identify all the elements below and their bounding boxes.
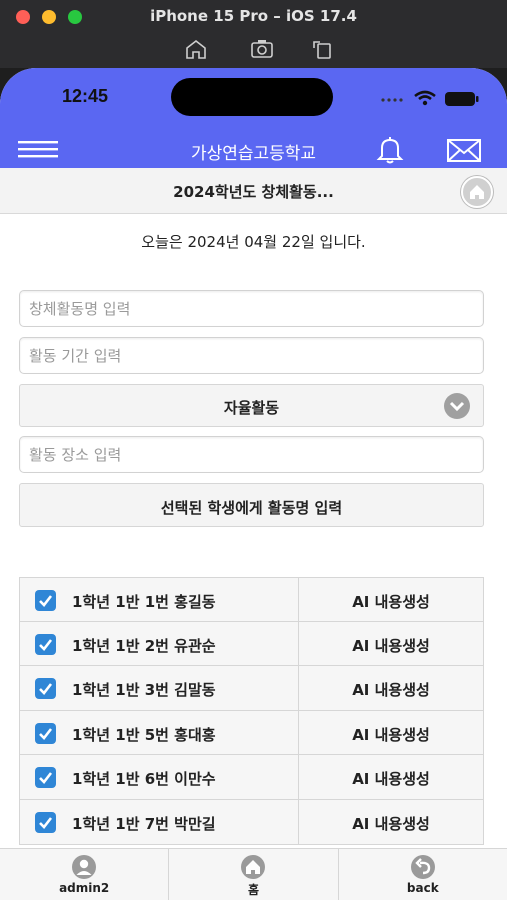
back-icon: [410, 855, 435, 879]
checkmark-icon: [39, 727, 53, 740]
status-time: 12:45: [62, 86, 109, 106]
simulator-titlebar: iPhone 15 Pro – iOS 17.4: [0, 0, 507, 34]
student-cell[interactable]: 1학년 1반 3번 김말동: [20, 666, 299, 710]
ai-generate-button[interactable]: AI 내용생성: [299, 755, 483, 799]
ai-generate-label: AI 내용생성: [352, 636, 430, 655]
status-icons: [381, 90, 479, 106]
activity-name-input[interactable]: [20, 291, 483, 326]
simulator-toolbar: [0, 34, 507, 68]
activity-period-field[interactable]: [19, 337, 484, 374]
student-cell[interactable]: 1학년 1반 7번 박만길: [20, 799, 299, 844]
student-name: 1학년 1반 6번 이만수: [72, 770, 216, 789]
nav-user[interactable]: admin2: [0, 849, 170, 900]
dynamic-island: [171, 78, 333, 116]
checkmark-icon: [39, 683, 53, 696]
mail-icon[interactable]: [446, 136, 482, 164]
ai-generate-label: AI 내용생성: [352, 681, 430, 700]
nav-home[interactable]: 홈: [169, 849, 339, 900]
table-row: 1학년 1반 3번 김말동 AI 내용생성: [19, 666, 484, 711]
student-cell[interactable]: 1학년 1반 6번 이만수: [20, 755, 299, 799]
student-name: 1학년 1반 2번 유관순: [72, 636, 216, 655]
ai-generate-button[interactable]: AI 내용생성: [299, 578, 483, 621]
user-icon: [72, 855, 97, 879]
ai-generate-button[interactable]: AI 내용생성: [299, 622, 483, 666]
student-name: 1학년 1반 5번 홍대홍: [72, 725, 216, 744]
bell-icon[interactable]: [374, 134, 406, 166]
activity-place-field[interactable]: [19, 436, 484, 473]
home-button[interactable]: [461, 176, 493, 208]
student-checkbox[interactable]: [35, 767, 56, 789]
bottom-nav: admin2 홈 back: [0, 848, 507, 900]
checkmark-icon: [39, 638, 53, 651]
table-row: 1학년 1반 5번 홍대홍 AI 내용생성: [19, 710, 484, 756]
screenshot-icon[interactable]: [250, 38, 274, 60]
ai-generate-label: AI 내용생성: [352, 770, 430, 789]
ai-generate-button[interactable]: AI 내용생성: [299, 666, 483, 710]
activity-place-input[interactable]: [20, 437, 483, 472]
school-title: 가상연습고등학교: [190, 144, 317, 164]
home-icon[interactable]: [184, 38, 208, 60]
student-checkbox[interactable]: [35, 590, 56, 611]
page-title: 2024학년도 창체활동...: [173, 183, 334, 201]
student-name: 1학년 1반 7번 박만길: [72, 814, 216, 833]
activity-period-input[interactable]: [20, 338, 483, 373]
checkmark-icon: [39, 817, 53, 829]
student-name: 1학년 1반 3번 김말동: [72, 681, 216, 700]
ai-generate-label: AI 내용생성: [352, 725, 430, 744]
activity-name-field[interactable]: [19, 290, 484, 327]
ai-generate-label: AI 내용생성: [352, 593, 430, 611]
student-checkbox[interactable]: [35, 678, 56, 700]
student-checkbox[interactable]: [35, 633, 56, 655]
apply-activity-label: 선택된 학생에게 활동명 입력: [160, 499, 343, 517]
student-cell[interactable]: 1학년 1반 5번 홍대홍: [20, 710, 299, 755]
status-bar: 12:45: [0, 68, 507, 132]
student-checkbox[interactable]: [35, 811, 56, 833]
checkmark-icon: [39, 772, 53, 785]
checkmark-icon: [39, 595, 53, 607]
nav-user-label: admin2: [59, 881, 110, 895]
student-checkbox[interactable]: [35, 722, 56, 744]
nav-home-label: 홈: [247, 883, 260, 897]
student-cell[interactable]: 1학년 1반 1번 홍길동: [20, 578, 299, 621]
home-icon: [241, 855, 266, 879]
home-icon: [470, 185, 484, 199]
nav-back-label: back: [406, 881, 439, 895]
student-cell[interactable]: 1학년 1반 2번 유관순: [20, 621, 299, 666]
rotate-icon[interactable]: [310, 38, 334, 60]
table-row: 1학년 1반 6번 이만수 AI 내용생성: [19, 755, 484, 800]
simulator-title: iPhone 15 Pro – iOS 17.4: [150, 7, 357, 25]
activity-type-value: 자율활동: [223, 399, 280, 417]
nav-back[interactable]: back: [339, 849, 507, 900]
ai-generate-button[interactable]: AI 내용생성: [299, 800, 483, 844]
table-row: 1학년 1반 2번 유관순 AI 내용생성: [19, 621, 484, 667]
ai-generate-label: AI 내용생성: [352, 814, 430, 833]
ai-generate-button[interactable]: AI 내용생성: [299, 711, 483, 755]
today-date-text: 오늘은 2024년 04월 22일 입니다.: [141, 233, 366, 251]
activity-type-select[interactable]: 자율활동: [19, 384, 484, 427]
chevron-down-icon: [444, 393, 470, 419]
apply-activity-button[interactable]: 선택된 학생에게 활동명 입력: [19, 483, 484, 527]
phone-screen: 12:45 가상연습고등학교 2024학년도 창체활동... 오늘은 2024년: [0, 68, 507, 900]
table-row: 1학년 1반 1번 홍길동 AI 내용생성: [19, 577, 484, 622]
student-name: 1학년 1반 1번 홍길동: [72, 593, 216, 611]
student-list: 1학년 1반 1번 홍길동 AI 내용생성 1학년 1반 2번 유관순 AI 내…: [19, 577, 484, 845]
app-header: 가상연습고등학교: [0, 132, 507, 168]
page-header: 2024학년도 창체활동...: [0, 168, 507, 214]
table-row: 1학년 1반 7번 박만길 AI 내용생성: [19, 799, 484, 845]
